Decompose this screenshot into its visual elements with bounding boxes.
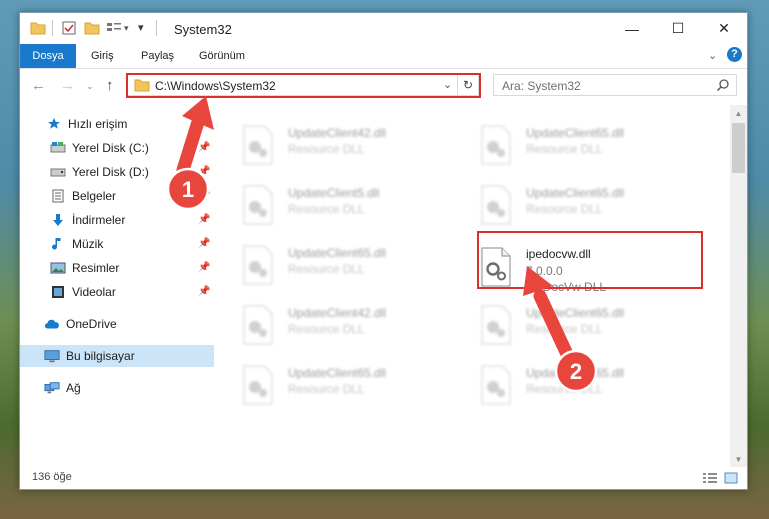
back-arrow-icon[interactable]: ← — [31, 77, 46, 94]
nav-item-local-disk-c[interactable]: Yerel Disk (C:) 📌 — [20, 137, 214, 159]
tab-view[interactable]: Görünüm — [199, 44, 245, 68]
tab-share[interactable]: Paylaş — [141, 44, 174, 68]
music-icon — [50, 236, 66, 252]
dll-file-icon — [243, 185, 273, 225]
pin-icon[interactable]: 📌 — [198, 190, 210, 201]
ribbon-tabs: Dosya Giriş Paylaş Görünüm ⌄ ? — [20, 44, 747, 69]
file-item[interactable]: UpdateClient65.dll Resource DLL — [480, 181, 705, 229]
dll-file-icon — [481, 185, 511, 225]
drive-icon — [50, 164, 66, 180]
address-row: ← → ⌄ ↑ C:\Windows\System32 ⌄ ↻ Ara: Sys… — [20, 69, 747, 103]
nav-item-videos[interactable]: Videolar 📌 — [20, 281, 214, 303]
file-list: UpdateClient42.dll Resource DLL UpdateCl… — [220, 105, 730, 467]
nav-item-local-disk-d[interactable]: Yerel Disk (D:) 📌 — [20, 161, 214, 183]
dll-file-icon — [243, 125, 273, 165]
search-input[interactable]: Ara: System32 — [493, 74, 737, 96]
folder-icon — [30, 21, 46, 38]
nav-item-this-pc[interactable]: Bu bilgisayar — [20, 345, 214, 367]
nav-item-music[interactable]: Müzik 📌 — [20, 233, 214, 255]
folder-icon — [134, 78, 150, 95]
window-title: System32 — [174, 22, 232, 37]
pin-icon[interactable]: 📌 — [198, 142, 210, 153]
file-item[interactable]: UpdateClient42.dll Resource DLL — [242, 121, 467, 169]
title-bar: ▾ ▾ System32 — ☐ ✕ — [20, 13, 747, 44]
star-icon — [46, 116, 62, 132]
refresh-icon: ↻ — [462, 78, 474, 92]
nav-item-pictures[interactable]: Resimler 📌 — [20, 257, 214, 279]
separator — [156, 20, 157, 36]
computer-icon — [44, 348, 60, 364]
tab-file[interactable]: Dosya — [20, 44, 76, 68]
dll-file-icon — [243, 305, 273, 345]
cloud-icon — [44, 316, 60, 332]
address-bar[interactable]: C:\Windows\System32 ⌄ — [126, 74, 479, 96]
recent-locations-icon[interactable]: ⌄ — [86, 81, 94, 92]
search-icon — [716, 78, 730, 95]
nav-item-quick-access[interactable]: Hızlı erişim — [20, 113, 214, 135]
file-item[interactable]: UpdateClient65.dll Resource DLL — [480, 301, 705, 349]
vertical-scrollbar[interactable]: ▲ ▼ — [730, 105, 747, 467]
pin-icon[interactable]: 📌 — [198, 214, 210, 225]
pin-icon[interactable]: 📌 — [198, 286, 210, 297]
details-view-icon[interactable] — [702, 472, 718, 487]
tab-home[interactable]: Giriş — [91, 44, 114, 68]
search-placeholder: Ara: System32 — [502, 79, 581, 93]
file-item[interactable]: UpdateClient65.dll Resource DLL — [242, 361, 467, 409]
navigation-pane: Hızlı erişim Yerel Disk (C:) 📌 Yerel Dis… — [20, 105, 214, 467]
close-button[interactable]: ✕ — [701, 13, 747, 44]
new-folder-icon[interactable] — [84, 21, 100, 38]
dll-file-icon — [481, 247, 511, 287]
status-bar: 136 öğe — [20, 467, 747, 489]
nav-item-documents[interactable]: Belgeler 📌 — [20, 185, 214, 207]
chevron-down-icon[interactable]: ⌄ — [443, 78, 452, 91]
minimize-button[interactable]: — — [609, 13, 655, 44]
tiles-view-icon[interactable] — [724, 472, 738, 487]
file-item[interactable]: UpdateClient5.dll Resource DLL — [242, 181, 467, 229]
forward-arrow-icon[interactable]: → — [60, 77, 75, 94]
dropdown-arrow-icon[interactable]: ▾ — [124, 23, 129, 34]
file-item[interactable]: UpdateClient65.dll Resource DLL — [242, 241, 467, 289]
dll-file-icon — [481, 305, 511, 345]
view-options-icon[interactable] — [106, 21, 122, 38]
refresh-button[interactable]: ↻ — [457, 74, 479, 96]
scroll-down-arrow-icon[interactable]: ▼ — [730, 451, 747, 467]
pin-icon[interactable]: 📌 — [198, 166, 210, 177]
up-arrow-icon[interactable]: ↑ — [106, 77, 114, 94]
scroll-thumb[interactable] — [732, 123, 745, 173]
pin-icon[interactable]: 📌 — [198, 238, 210, 249]
address-path: C:\Windows\System32 — [155, 79, 276, 93]
pin-icon[interactable]: 📌 — [198, 262, 210, 273]
maximize-button[interactable]: ☐ — [655, 13, 701, 44]
network-icon — [44, 380, 60, 396]
scroll-up-arrow-icon[interactable]: ▲ — [730, 105, 747, 121]
nav-item-onedrive[interactable]: OneDrive — [20, 313, 214, 335]
nav-item-network[interactable]: Ağ — [20, 377, 214, 399]
pictures-icon — [50, 260, 66, 276]
expand-ribbon-icon[interactable]: ⌄ — [708, 49, 717, 62]
item-count: 136 öğe — [32, 471, 72, 483]
file-item[interactable]: UpdateClient65.dll Resource DLL — [480, 121, 705, 169]
dll-file-icon — [243, 245, 273, 285]
dll-file-icon — [481, 125, 511, 165]
file-item-ipedocvw[interactable]: ipedocvw.dll 7.0.0.0 IpeDocVw DLL — [480, 239, 705, 297]
customize-quick-access-icon[interactable]: ▾ — [138, 21, 144, 34]
explorer-window: ▾ ▾ System32 — ☐ ✕ Dosya Giriş Paylaş Gö… — [19, 12, 748, 490]
dll-file-icon — [243, 365, 273, 405]
properties-icon[interactable] — [62, 21, 76, 38]
help-icon[interactable]: ? — [727, 47, 742, 62]
drive-icon — [50, 140, 66, 156]
file-item[interactable]: UpdateClient42.dll Resource DLL — [242, 301, 467, 349]
separator — [52, 20, 53, 36]
document-icon — [50, 188, 66, 204]
file-item[interactable]: UpdateClient65.dll Resource DLL — [480, 361, 705, 409]
video-icon — [50, 284, 66, 300]
nav-item-downloads[interactable]: İndirmeler 📌 — [20, 209, 214, 231]
dll-file-icon — [481, 365, 511, 405]
download-icon — [50, 212, 66, 228]
